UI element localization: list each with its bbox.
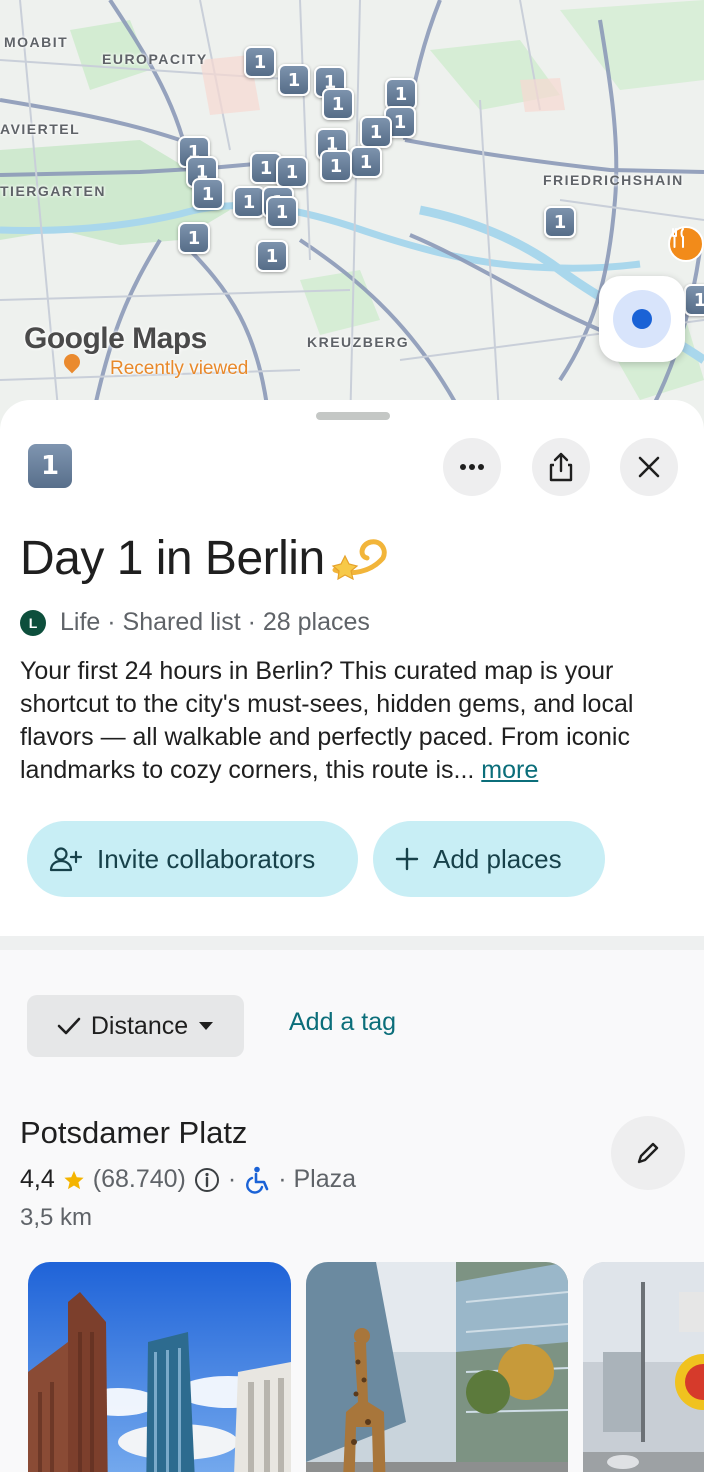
places-section: Distance Add a tag Potsdamer Platz 4,4 (… xyxy=(0,950,704,1472)
map-label-moabit: MOABIT xyxy=(4,34,69,50)
place-distance: 3,5 km xyxy=(20,1204,93,1231)
map-pin[interactable]: 1 xyxy=(256,240,288,272)
map-label-europacity: EUROPACITY xyxy=(102,51,208,67)
check-icon xyxy=(57,1017,81,1035)
list-title: Day 1 in Berlin xyxy=(20,530,388,586)
share-icon xyxy=(549,452,573,482)
my-location-icon xyxy=(613,290,671,348)
pencil-icon xyxy=(637,1142,659,1164)
map-view[interactable]: MOABIT EUROPACITY AVIERTEL TIERGARTEN FR… xyxy=(0,0,704,430)
owner-avatar[interactable]: L xyxy=(20,609,46,636)
sort-distance-chip[interactable]: Distance xyxy=(27,995,244,1057)
map-pin[interactable]: 1 xyxy=(276,156,308,188)
add-person-icon xyxy=(49,847,83,872)
google-maps-logo: Google Maps xyxy=(24,322,207,355)
list-description: Your first 24 hours in Berlin? This cura… xyxy=(20,655,680,787)
map-label-friedrichshain: FRIEDRICHSHAIN xyxy=(543,172,684,188)
place-rating: 4,4 xyxy=(20,1165,55,1193)
list-bottom-sheet: 1 Day 1 in Berlin L Life · Shared list ·… xyxy=(0,400,704,1472)
map-pin[interactable]: 1 xyxy=(684,284,704,316)
drag-handle[interactable] xyxy=(316,412,390,420)
more-link[interactable]: more xyxy=(481,756,538,784)
map-pin[interactable]: 1 xyxy=(350,146,382,178)
place-photo[interactable] xyxy=(306,1262,568,1472)
map-label-kreuzberg: KREUZBERG xyxy=(307,334,410,350)
map-label-tiergarten: TIERGARTEN xyxy=(0,183,106,199)
star-icon xyxy=(64,1170,84,1189)
map-pin[interactable]: 1 xyxy=(360,116,392,148)
list-emoji-badge: 1 xyxy=(28,444,72,488)
edit-note-button[interactable] xyxy=(611,1116,685,1190)
place-photo[interactable] xyxy=(583,1262,704,1472)
my-location-button[interactable] xyxy=(599,276,685,362)
add-tag-link[interactable]: Add a tag xyxy=(289,1008,396,1037)
section-divider xyxy=(0,936,704,950)
list-title-text: Day 1 in Berlin xyxy=(20,532,325,585)
map-pin[interactable]: 1 xyxy=(244,46,276,78)
more-options-button[interactable] xyxy=(443,438,501,496)
map-pin[interactable]: 1 xyxy=(178,222,210,254)
share-button[interactable] xyxy=(532,438,590,496)
dizzy-star-emoji xyxy=(332,539,388,581)
place-review-count: (68.740) xyxy=(92,1165,186,1193)
map-pin[interactable]: 1 xyxy=(544,206,576,238)
dropdown-arrow-icon xyxy=(199,1022,214,1030)
map-pin[interactable]: 1 xyxy=(322,88,354,120)
map-pin[interactable]: 1 xyxy=(233,186,265,218)
place-name[interactable]: Potsdamer Platz xyxy=(20,1115,247,1151)
info-icon[interactable] xyxy=(194,1167,220,1193)
place-category: · Plaza xyxy=(278,1165,357,1193)
map-pin[interactable]: 1 xyxy=(192,178,224,210)
close-icon xyxy=(638,456,660,478)
list-description-text: Your first 24 hours in Berlin? This cura… xyxy=(20,657,634,784)
map-pin[interactable]: 1 xyxy=(266,196,298,228)
map-pin[interactable]: 1 xyxy=(320,150,352,182)
map-label-aviertel: AVIERTEL xyxy=(0,121,81,137)
invite-collaborators-button[interactable]: Invite collaborators xyxy=(27,821,358,897)
sort-label: Distance xyxy=(90,1011,189,1040)
add-places-button[interactable]: Add places xyxy=(373,821,605,897)
map-pin[interactable]: 1 xyxy=(278,64,310,96)
separator-dot: · xyxy=(227,1165,237,1193)
more-horiz-icon xyxy=(460,464,484,470)
add-places-label: Add places xyxy=(433,843,562,874)
plus-icon xyxy=(395,847,419,871)
close-button[interactable] xyxy=(620,438,678,496)
place-photo[interactable] xyxy=(28,1262,291,1472)
wheelchair-icon xyxy=(246,1166,269,1194)
place-meta: 4,4 (68.740) · · Plaza xyxy=(20,1165,356,1194)
list-meta: L Life · Shared list · 28 places xyxy=(20,608,370,637)
recently-viewed-label: Recently viewed xyxy=(110,358,249,379)
invite-collaborators-label: Invite collaborators xyxy=(97,843,316,874)
fork-knife-icon[interactable] xyxy=(668,226,704,262)
list-meta-text: Life · Shared list · 28 places xyxy=(60,608,370,636)
